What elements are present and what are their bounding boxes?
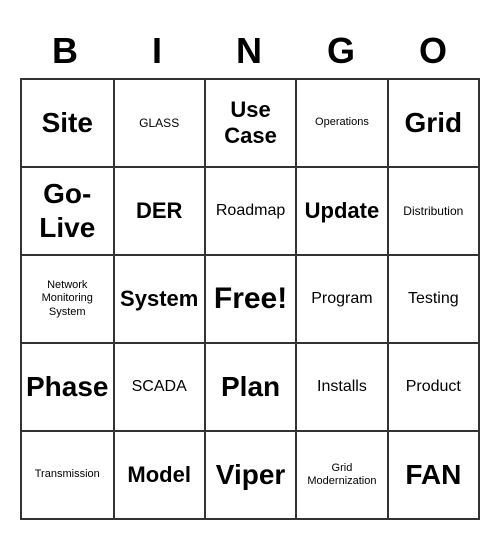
bingo-cell-8: Update xyxy=(297,168,388,256)
bingo-cell-1: GLASS xyxy=(115,80,206,168)
bingo-cell-12: Free! xyxy=(206,256,297,344)
bingo-cell-0: Site xyxy=(22,80,115,168)
cell-text-19: Product xyxy=(406,377,461,396)
bingo-card: B I N G O Site GLASS Use Case Operations Gri… xyxy=(20,24,480,520)
header-i: I xyxy=(112,24,204,78)
bingo-cell-14: Testing xyxy=(389,256,480,344)
bingo-cell-13: Program xyxy=(297,256,388,344)
cell-text-5: Go-Live xyxy=(26,177,109,244)
header-o: O xyxy=(388,24,480,78)
bingo-cell-21: Model xyxy=(115,432,206,520)
cell-text-13: Program xyxy=(311,289,372,308)
cell-text-0: Site xyxy=(42,106,93,140)
cell-text-12: Free! xyxy=(214,281,287,317)
bingo-cell-2: Use Case xyxy=(206,80,297,168)
cell-text-9: Distribution xyxy=(403,204,463,218)
cell-text-23: Grid Modernization xyxy=(301,462,382,488)
cell-text-21: Model xyxy=(127,462,191,488)
bingo-cell-10: Network Monitoring System xyxy=(22,256,115,344)
bingo-cell-4: Grid xyxy=(389,80,480,168)
cell-text-18: Installs xyxy=(317,377,367,396)
bingo-cell-20: Transmission xyxy=(22,432,115,520)
cell-text-8: Update xyxy=(305,198,380,224)
bingo-cell-22: Viper xyxy=(206,432,297,520)
cell-text-6: DER xyxy=(136,198,182,224)
cell-text-1: GLASS xyxy=(139,116,179,130)
bingo-cell-11: System xyxy=(115,256,206,344)
bingo-cell-3: Operations xyxy=(297,80,388,168)
bingo-grid: Site GLASS Use Case Operations Grid Go-Live DE… xyxy=(20,78,480,520)
cell-text-7: Roadmap xyxy=(216,201,285,220)
cell-text-15: Phase xyxy=(26,370,109,404)
cell-text-3: Operations xyxy=(315,116,369,129)
cell-text-11: System xyxy=(120,286,198,312)
cell-text-17: Plan xyxy=(221,370,280,404)
bingo-cell-6: DER xyxy=(115,168,206,256)
bingo-cell-16: SCADA xyxy=(115,344,206,432)
bingo-cell-17: Plan xyxy=(206,344,297,432)
bingo-cell-9: Distribution xyxy=(389,168,480,256)
cell-text-24: FAN xyxy=(405,458,461,492)
bingo-cell-24: FAN xyxy=(389,432,480,520)
cell-text-20: Transmission xyxy=(35,468,100,481)
bingo-cell-15: Phase xyxy=(22,344,115,432)
bingo-cell-19: Product xyxy=(389,344,480,432)
cell-text-14: Testing xyxy=(408,289,459,308)
cell-text-2: Use Case xyxy=(210,97,291,150)
bingo-cell-23: Grid Modernization xyxy=(297,432,388,520)
bingo-cell-5: Go-Live xyxy=(22,168,115,256)
header-n: N xyxy=(204,24,296,78)
cell-text-10: Network Monitoring System xyxy=(26,279,109,319)
bingo-header: B I N G O xyxy=(20,24,480,78)
header-b: B xyxy=(20,24,112,78)
cell-text-16: SCADA xyxy=(132,377,187,396)
cell-text-22: Viper xyxy=(216,458,286,492)
cell-text-4: Grid xyxy=(405,106,463,140)
header-g: G xyxy=(296,24,388,78)
bingo-cell-7: Roadmap xyxy=(206,168,297,256)
bingo-cell-18: Installs xyxy=(297,344,388,432)
